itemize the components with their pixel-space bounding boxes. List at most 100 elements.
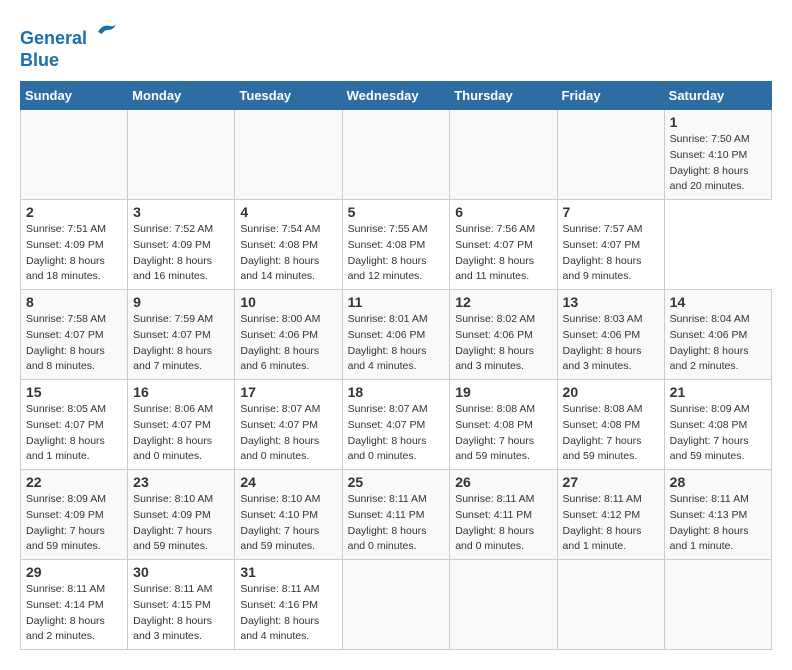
day-info: Sunrise: 8:03 AMSunset: 4:06 PMDaylight:…: [563, 312, 659, 375]
day-number: 1: [670, 114, 766, 130]
day-info: Sunrise: 8:11 AMSunset: 4:11 PMDaylight:…: [348, 492, 445, 555]
day-info: Sunrise: 8:09 AMSunset: 4:08 PMDaylight:…: [670, 402, 766, 465]
calendar-day-cell: 24 Sunrise: 8:10 AMSunset: 4:10 PMDaylig…: [235, 470, 342, 560]
calendar-week-row: 22 Sunrise: 8:09 AMSunset: 4:09 PMDaylig…: [21, 470, 772, 560]
day-number: 22: [26, 474, 122, 490]
calendar-day-cell: 11 Sunrise: 8:01 AMSunset: 4:06 PMDaylig…: [342, 290, 450, 380]
calendar-week-row: 8 Sunrise: 7:58 AMSunset: 4:07 PMDayligh…: [21, 290, 772, 380]
day-of-week-header: Saturday: [664, 82, 771, 110]
calendar-week-row: 2 Sunrise: 7:51 AMSunset: 4:09 PMDayligh…: [21, 200, 772, 290]
calendar-day-cell: 17 Sunrise: 8:07 AMSunset: 4:07 PMDaylig…: [235, 380, 342, 470]
day-number: 23: [133, 474, 229, 490]
logo: General Blue: [20, 20, 118, 71]
day-info: Sunrise: 8:10 AMSunset: 4:10 PMDaylight:…: [240, 492, 336, 555]
day-info: Sunrise: 7:52 AMSunset: 4:09 PMDaylight:…: [133, 222, 229, 285]
day-number: 29: [26, 564, 122, 580]
day-number: 7: [563, 204, 659, 220]
day-number: 2: [26, 204, 122, 220]
day-info: Sunrise: 8:02 AMSunset: 4:06 PMDaylight:…: [455, 312, 551, 375]
calendar-day-cell: 15 Sunrise: 8:05 AMSunset: 4:07 PMDaylig…: [21, 380, 128, 470]
calendar-day-cell: 23 Sunrise: 8:10 AMSunset: 4:09 PMDaylig…: [128, 470, 235, 560]
day-info: Sunrise: 8:07 AMSunset: 4:07 PMDaylight:…: [348, 402, 445, 465]
calendar-day-cell: 12 Sunrise: 8:02 AMSunset: 4:06 PMDaylig…: [450, 290, 557, 380]
day-number: 25: [348, 474, 445, 490]
day-number: 15: [26, 384, 122, 400]
day-number: 26: [455, 474, 551, 490]
logo-text: General: [20, 20, 118, 50]
day-of-week-header: Sunday: [21, 82, 128, 110]
day-number: 28: [670, 474, 766, 490]
day-info: Sunrise: 7:58 AMSunset: 4:07 PMDaylight:…: [26, 312, 122, 375]
logo-general: General: [20, 28, 87, 48]
day-info: Sunrise: 7:56 AMSunset: 4:07 PMDaylight:…: [455, 222, 551, 285]
day-info: Sunrise: 7:50 AMSunset: 4:10 PMDaylight:…: [670, 132, 766, 195]
logo-blue: Blue: [20, 50, 118, 72]
day-number: 21: [670, 384, 766, 400]
calendar-day-cell: 13 Sunrise: 8:03 AMSunset: 4:06 PMDaylig…: [557, 290, 664, 380]
calendar-day-cell: [557, 110, 664, 200]
calendar-day-cell: [450, 560, 557, 650]
calendar-day-cell: 21 Sunrise: 8:09 AMSunset: 4:08 PMDaylig…: [664, 380, 771, 470]
day-of-week-header: Thursday: [450, 82, 557, 110]
day-info: Sunrise: 7:55 AMSunset: 4:08 PMDaylight:…: [348, 222, 445, 285]
calendar-day-cell: 18 Sunrise: 8:07 AMSunset: 4:07 PMDaylig…: [342, 380, 450, 470]
calendar-day-cell: 8 Sunrise: 7:58 AMSunset: 4:07 PMDayligh…: [21, 290, 128, 380]
calendar-day-cell: 10 Sunrise: 8:00 AMSunset: 4:06 PMDaylig…: [235, 290, 342, 380]
calendar-day-cell: 31 Sunrise: 8:11 AMSunset: 4:16 PMDaylig…: [235, 560, 342, 650]
day-info: Sunrise: 8:09 AMSunset: 4:09 PMDaylight:…: [26, 492, 122, 555]
day-number: 31: [240, 564, 336, 580]
day-info: Sunrise: 8:00 AMSunset: 4:06 PMDaylight:…: [240, 312, 336, 375]
day-info: Sunrise: 8:07 AMSunset: 4:07 PMDaylight:…: [240, 402, 336, 465]
day-number: 4: [240, 204, 336, 220]
calendar-day-cell: 26 Sunrise: 8:11 AMSunset: 4:11 PMDaylig…: [450, 470, 557, 560]
calendar-day-cell: 9 Sunrise: 7:59 AMSunset: 4:07 PMDayligh…: [128, 290, 235, 380]
day-number: 12: [455, 294, 551, 310]
calendar-day-cell: [21, 110, 128, 200]
day-number: 19: [455, 384, 551, 400]
calendar-day-cell: 4 Sunrise: 7:54 AMSunset: 4:08 PMDayligh…: [235, 200, 342, 290]
day-info: Sunrise: 8:04 AMSunset: 4:06 PMDaylight:…: [670, 312, 766, 375]
day-info: Sunrise: 8:11 AMSunset: 4:13 PMDaylight:…: [670, 492, 766, 555]
calendar-day-cell: 3 Sunrise: 7:52 AMSunset: 4:09 PMDayligh…: [128, 200, 235, 290]
day-info: Sunrise: 8:10 AMSunset: 4:09 PMDaylight:…: [133, 492, 229, 555]
day-info: Sunrise: 7:54 AMSunset: 4:08 PMDaylight:…: [240, 222, 336, 285]
calendar-day-cell: 30 Sunrise: 8:11 AMSunset: 4:15 PMDaylig…: [128, 560, 235, 650]
calendar-day-cell: [342, 560, 450, 650]
calendar-day-cell: 27 Sunrise: 8:11 AMSunset: 4:12 PMDaylig…: [557, 470, 664, 560]
calendar-day-cell: 2 Sunrise: 7:51 AMSunset: 4:09 PMDayligh…: [21, 200, 128, 290]
day-info: Sunrise: 8:11 AMSunset: 4:15 PMDaylight:…: [133, 582, 229, 645]
calendar-week-row: 15 Sunrise: 8:05 AMSunset: 4:07 PMDaylig…: [21, 380, 772, 470]
day-info: Sunrise: 8:06 AMSunset: 4:07 PMDaylight:…: [133, 402, 229, 465]
day-info: Sunrise: 8:01 AMSunset: 4:06 PMDaylight:…: [348, 312, 445, 375]
calendar-day-cell: [235, 110, 342, 200]
calendar-day-cell: [450, 110, 557, 200]
day-number: 18: [348, 384, 445, 400]
day-number: 3: [133, 204, 229, 220]
calendar-day-cell: 6 Sunrise: 7:56 AMSunset: 4:07 PMDayligh…: [450, 200, 557, 290]
calendar-day-cell: 29 Sunrise: 8:11 AMSunset: 4:14 PMDaylig…: [21, 560, 128, 650]
day-number: 24: [240, 474, 336, 490]
calendar-day-cell: 7 Sunrise: 7:57 AMSunset: 4:07 PMDayligh…: [557, 200, 664, 290]
day-number: 16: [133, 384, 229, 400]
day-info: Sunrise: 8:11 AMSunset: 4:14 PMDaylight:…: [26, 582, 122, 645]
calendar-day-cell: 28 Sunrise: 8:11 AMSunset: 4:13 PMDaylig…: [664, 470, 771, 560]
day-info: Sunrise: 7:59 AMSunset: 4:07 PMDaylight:…: [133, 312, 229, 375]
calendar-day-cell: 16 Sunrise: 8:06 AMSunset: 4:07 PMDaylig…: [128, 380, 235, 470]
calendar-day-cell: [557, 560, 664, 650]
day-info: Sunrise: 7:57 AMSunset: 4:07 PMDaylight:…: [563, 222, 659, 285]
day-number: 5: [348, 204, 445, 220]
calendar-week-row: 29 Sunrise: 8:11 AMSunset: 4:14 PMDaylig…: [21, 560, 772, 650]
calendar-day-cell: 19 Sunrise: 8:08 AMSunset: 4:08 PMDaylig…: [450, 380, 557, 470]
calendar-day-cell: [664, 560, 771, 650]
day-info: Sunrise: 8:11 AMSunset: 4:16 PMDaylight:…: [240, 582, 336, 645]
calendar-day-cell: 22 Sunrise: 8:09 AMSunset: 4:09 PMDaylig…: [21, 470, 128, 560]
day-info: Sunrise: 8:08 AMSunset: 4:08 PMDaylight:…: [563, 402, 659, 465]
calendar-day-cell: [128, 110, 235, 200]
day-number: 6: [455, 204, 551, 220]
day-info: Sunrise: 8:08 AMSunset: 4:08 PMDaylight:…: [455, 402, 551, 465]
day-of-week-header: Monday: [128, 82, 235, 110]
logo-bird-icon: [94, 20, 118, 44]
day-info: Sunrise: 8:11 AMSunset: 4:11 PMDaylight:…: [455, 492, 551, 555]
day-info: Sunrise: 8:05 AMSunset: 4:07 PMDaylight:…: [26, 402, 122, 465]
day-number: 14: [670, 294, 766, 310]
